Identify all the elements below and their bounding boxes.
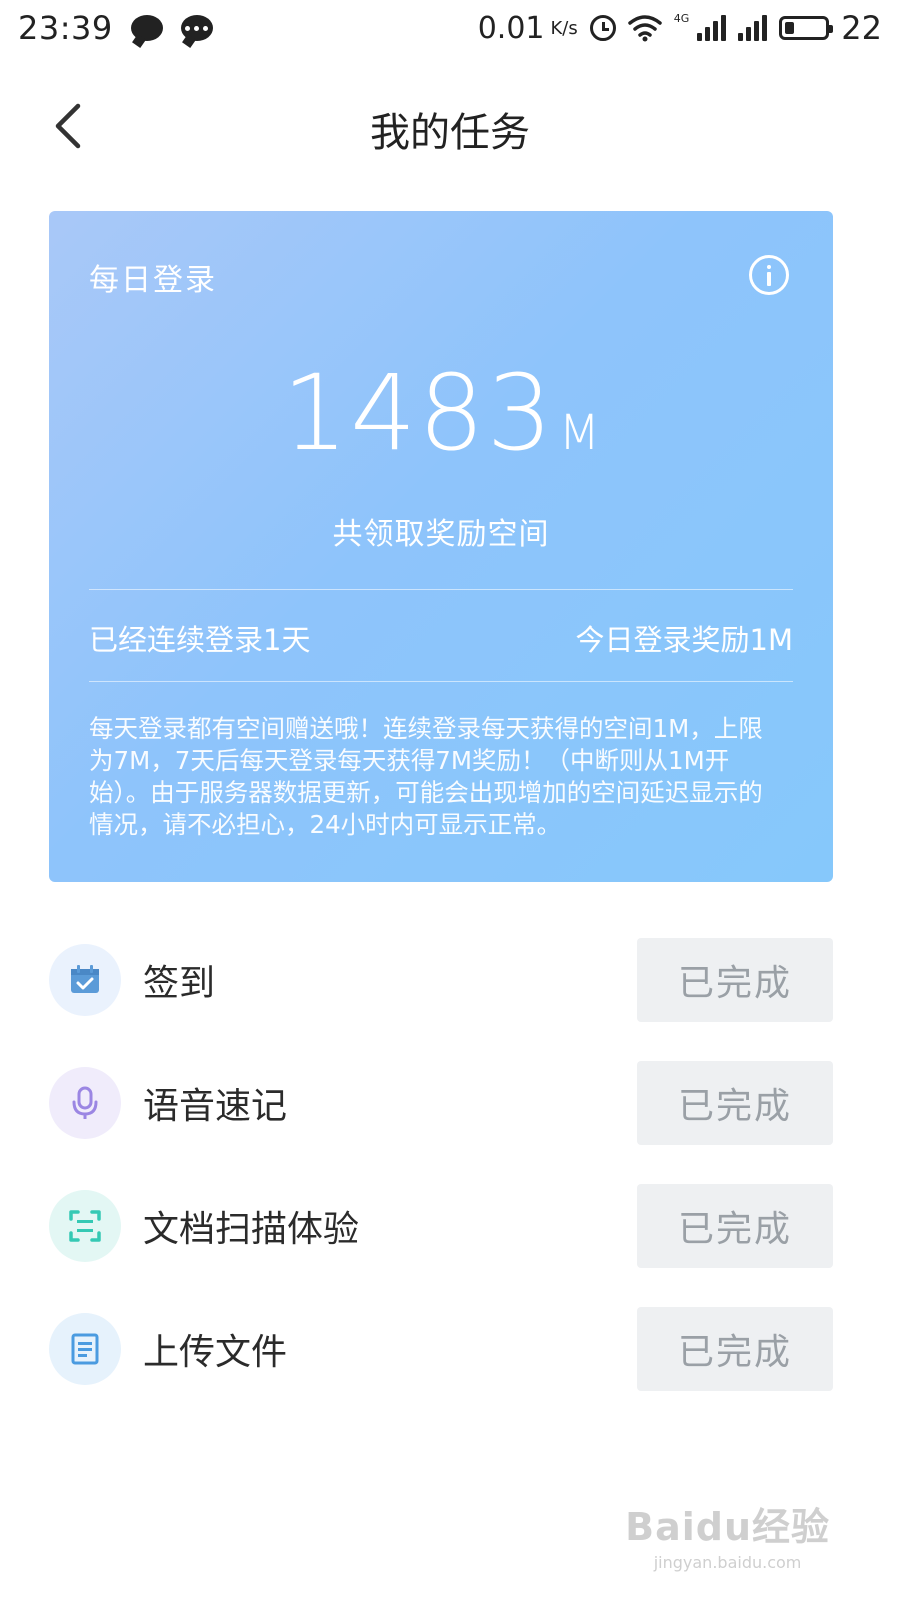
task-item-checkin: 签到 已完成 — [49, 918, 833, 1041]
task-status-button[interactable]: 已完成 — [637, 1060, 833, 1145]
info-icon-bar — [767, 272, 771, 286]
task-status-button[interactable]: 已完成 — [637, 1183, 833, 1268]
calendar-check-icon — [49, 943, 121, 1016]
network-type-label: 4G — [673, 11, 690, 25]
info-icon-dot — [767, 265, 771, 269]
microphone-icon — [49, 1066, 121, 1139]
task-label: 上传文件 — [143, 1331, 288, 1373]
login-streak: 已经连续登录1天 — [89, 623, 311, 657]
battery-fill — [785, 22, 795, 34]
daily-login-card: 每日登录 1483M 共领取奖励空间 已经连续登录1天 今日登录奖励1M 每天登… — [49, 211, 833, 882]
task-status-button[interactable]: 已完成 — [637, 1306, 833, 1391]
card-description: 每天登录都有空间赠送哦！连续登录每天获得的空间1M，上限为7M，7天后每天登录每… — [89, 714, 763, 839]
task-item-voice-memo: 语音速记 已完成 — [49, 1041, 833, 1164]
task-list: 签到 已完成 语音速记 已完成 文档扫描体验 已完成 上传文件 已完成 — [49, 918, 833, 1410]
divider — [89, 589, 793, 590]
status-time: 23:39 — [18, 9, 113, 47]
task-label: 文档扫描体验 — [143, 1208, 360, 1250]
wifi-icon — [628, 15, 662, 42]
chat-dots-icon — [180, 15, 213, 41]
network-speed: 0.01 — [477, 10, 545, 46]
alarm-icon — [589, 15, 616, 41]
watermark-url: jingyan.baidu.com — [653, 1553, 802, 1572]
streak-row: 已经连续登录1天 今日登录奖励1M — [89, 617, 793, 659]
document-icon — [49, 1312, 121, 1385]
message-bubble-icon — [130, 15, 163, 41]
reward-amount: 1483M — [49, 361, 833, 465]
reward-caption: 共领取奖励空间 — [332, 517, 550, 552]
reward-number: 1483 — [281, 352, 555, 474]
today-reward: 今日登录奖励1M — [575, 623, 793, 657]
page-title: 我的任务 — [370, 110, 530, 156]
card-header: 每日登录 — [89, 263, 217, 298]
watermark: Baidu经验 jingyan.baidu.com — [625, 1496, 830, 1572]
network-speed-unit: K/s — [550, 17, 578, 39]
nav-bar: 我的任务 — [0, 70, 900, 180]
scan-icon — [49, 1189, 121, 1262]
status-left: 23:39 — [18, 9, 213, 47]
task-label: 语音速记 — [143, 1085, 288, 1127]
task-label: 签到 — [143, 962, 216, 1004]
task-status-button[interactable]: 已完成 — [637, 937, 833, 1022]
reward-unit: M — [558, 405, 601, 461]
info-icon[interactable] — [749, 255, 789, 295]
divider — [89, 681, 793, 682]
battery-level: 22 — [841, 9, 882, 47]
battery-icon — [779, 16, 834, 40]
signal-icon — [738, 15, 768, 41]
status-right: 0.01 K/s 4G 22 — [478, 9, 882, 47]
status-bar: 23:39 0.01 K/s 4G 22 — [0, 0, 900, 56]
watermark-logo: Baidu经验 — [625, 1505, 830, 1549]
task-item-document-scan: 文档扫描体验 已完成 — [49, 1164, 833, 1287]
task-item-upload-file: 上传文件 已完成 — [49, 1287, 833, 1410]
signal-4g-icon — [697, 15, 727, 41]
